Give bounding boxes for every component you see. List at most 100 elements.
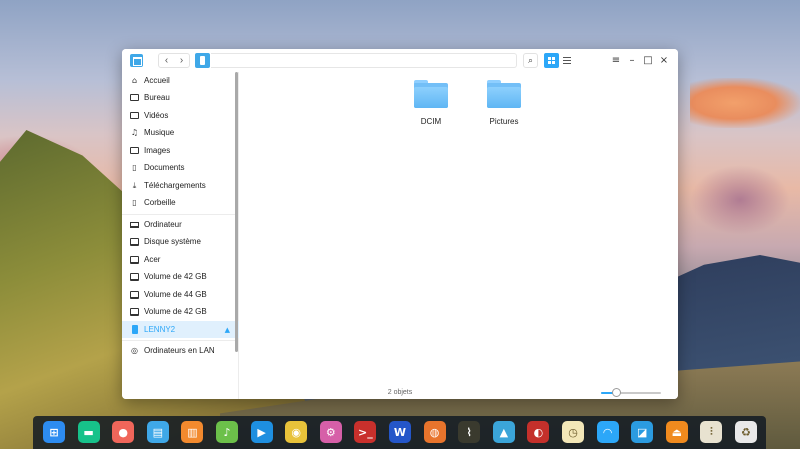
dock-app-store-icon[interactable]: ▥ bbox=[181, 421, 204, 443]
folder-item[interactable]: Pictures bbox=[469, 72, 539, 132]
dock-image-viewer-icon[interactable]: ▲ bbox=[492, 421, 515, 443]
document-icon: ▯ bbox=[132, 163, 137, 172]
dock-screenshot-icon[interactable]: ◪ bbox=[631, 421, 654, 443]
drive-icon bbox=[130, 255, 139, 264]
drive-icon bbox=[130, 307, 139, 316]
sidebar-item-label: Ordinateurs en LAN bbox=[144, 346, 215, 355]
dock-video-player-icon[interactable]: ▶ bbox=[250, 421, 273, 443]
sidebar-divider bbox=[122, 340, 239, 341]
back-button[interactable]: ‹ bbox=[159, 54, 174, 67]
dock-terminal-icon[interactable]: >_ bbox=[354, 421, 377, 443]
dock-chrome-icon[interactable]: ◉ bbox=[285, 421, 308, 443]
sidebar-item-ordinateurs-lan[interactable]: ◎ Ordinateurs en LAN bbox=[122, 342, 239, 359]
zoom-slider-handle[interactable] bbox=[611, 388, 621, 397]
sidebar-item-bureau[interactable]: Bureau bbox=[122, 89, 239, 106]
sidebar-item-label: Acer bbox=[144, 255, 161, 264]
folder-item[interactable]: DCIM bbox=[396, 72, 466, 132]
sidebar-item-label: Bureau bbox=[144, 93, 170, 102]
folder-icon bbox=[414, 80, 448, 108]
dock-settings-icon[interactable]: ⚙ bbox=[319, 421, 342, 443]
sidebar-scrollbar[interactable] bbox=[235, 72, 238, 352]
sidebar-item-images[interactable]: Images bbox=[122, 142, 239, 159]
sidebar-item-label: Corbeille bbox=[144, 198, 176, 207]
address-bar[interactable] bbox=[211, 53, 517, 68]
list-view-icon bbox=[562, 57, 571, 64]
maximize-button[interactable]: □ bbox=[640, 53, 656, 68]
zoom-slider[interactable] bbox=[601, 388, 661, 397]
trash-icon: ▯ bbox=[132, 198, 137, 207]
sidebar-item-telechargements[interactable]: ⤓ Téléchargements bbox=[122, 177, 239, 194]
sidebar-item-label: Musique bbox=[144, 128, 175, 137]
search-icon: ⌕ bbox=[527, 55, 534, 65]
titlebar: ‹ › ⌕ ≡ – □ × bbox=[122, 49, 678, 72]
dock-disk-eject-icon[interactable]: ⏏ bbox=[665, 421, 688, 443]
dock-music-icon[interactable]: ♪ bbox=[216, 421, 238, 443]
close-button[interactable]: × bbox=[656, 53, 672, 68]
computer-icon bbox=[130, 220, 139, 229]
sidebar-item-corbeille[interactable]: ▯ Corbeille bbox=[122, 194, 239, 211]
file-manager-logo-icon bbox=[130, 54, 143, 67]
grid-view-icon bbox=[548, 57, 555, 64]
sidebar-item-label: Volume de 42 GB bbox=[144, 272, 207, 281]
dock-sound-settings-icon[interactable]: ⫶ bbox=[700, 421, 723, 443]
dock-launcher-icon[interactable]: ⊞ bbox=[43, 421, 65, 443]
sidebar-item-volume-44gb[interactable]: Volume de 44 GB bbox=[122, 286, 239, 303]
menu-button[interactable]: ≡ bbox=[608, 53, 624, 68]
home-icon: ⌂ bbox=[131, 76, 138, 85]
folder-name: Pictures bbox=[489, 117, 519, 126]
sidebar-item-disque-systeme[interactable]: Disque système bbox=[122, 233, 239, 250]
dock-system-monitor-icon[interactable]: ⌇ bbox=[458, 421, 481, 443]
icon-view-button[interactable] bbox=[544, 53, 559, 68]
sidebar-item-lenny2[interactable]: LENNY2 ▲ bbox=[122, 321, 239, 338]
eject-icon[interactable]: ▲ bbox=[225, 326, 230, 334]
music-icon: ♫ bbox=[130, 128, 139, 137]
dock: ⊞ ▬ ● ▤ ▥ ♪ ▶ ◉ ⚙ >_ W ◍ ⌇ ▲ ◐ ◷ ◠ ◪ ⏏ ⫶ ♻ bbox=[33, 416, 766, 449]
dock-wps-writer-icon[interactable]: W bbox=[389, 421, 411, 443]
sidebar-item-videos[interactable]: Vidéos bbox=[122, 107, 239, 124]
dock-firefox-icon[interactable]: ◍ bbox=[423, 421, 446, 443]
folder-icon bbox=[487, 80, 521, 108]
sidebar-item-label: Images bbox=[144, 146, 171, 155]
dock-trash-icon[interactable]: ♻ bbox=[735, 421, 757, 443]
sidebar-item-documents[interactable]: ▯ Documents bbox=[122, 159, 239, 176]
navigation-buttons: ‹ › bbox=[158, 53, 190, 68]
sidebar-item-musique[interactable]: ♫ Musique bbox=[122, 124, 239, 141]
sidebar-item-accueil[interactable]: ⌂ Accueil bbox=[122, 72, 239, 89]
download-icon: ⤓ bbox=[132, 181, 137, 190]
drive-icon bbox=[130, 237, 139, 246]
status-bar-text: 2 objets bbox=[387, 389, 413, 396]
view-mode-switcher bbox=[544, 53, 574, 68]
folder-name: DCIM bbox=[420, 117, 442, 126]
image-icon bbox=[130, 146, 139, 155]
minimize-button[interactable]: – bbox=[624, 53, 640, 68]
dock-deepin-store-icon[interactable]: ◐ bbox=[527, 421, 550, 443]
forward-button[interactable]: › bbox=[174, 54, 189, 67]
drive-icon bbox=[130, 272, 139, 281]
sidebar-item-label: Volume de 44 GB bbox=[144, 290, 207, 299]
sidebar-item-ordinateur[interactable]: Ordinateur bbox=[122, 216, 239, 233]
drive-icon bbox=[130, 290, 139, 299]
dock-clock-icon[interactable]: ◷ bbox=[562, 421, 584, 443]
file-manager-window: ‹ › ⌕ ≡ – □ × ⌂ Accueil Bureau Vidéos ♫ … bbox=[122, 49, 678, 399]
sidebar-item-label: Documents bbox=[144, 163, 185, 172]
dock-screen-recorder-icon[interactable]: ● bbox=[112, 421, 135, 443]
search-button[interactable]: ⌕ bbox=[523, 53, 538, 68]
sidebar-item-volume-42gb-2[interactable]: Volume de 42 GB bbox=[122, 303, 239, 320]
video-icon bbox=[130, 111, 139, 120]
dock-file-manager-icon[interactable]: ▤ bbox=[146, 421, 169, 443]
dock-multitasking-icon[interactable]: ▬ bbox=[77, 421, 100, 443]
sidebar-item-volume-42gb[interactable]: Volume de 42 GB bbox=[122, 268, 239, 285]
sidebar-divider bbox=[122, 214, 239, 215]
usb-drive-breadcrumb-icon[interactable] bbox=[195, 53, 210, 68]
list-view-button[interactable] bbox=[559, 53, 574, 68]
sidebar-item-acer[interactable]: Acer bbox=[122, 251, 239, 268]
sidebar-item-label: Accueil bbox=[144, 76, 170, 85]
usb-drive-icon bbox=[130, 325, 139, 334]
dock-network-icon[interactable]: ◠ bbox=[596, 421, 619, 443]
sidebar-item-label: Ordinateur bbox=[144, 220, 182, 229]
file-view: DCIM Pictures bbox=[240, 72, 678, 399]
sidebar-item-label: Vidéos bbox=[144, 111, 169, 120]
window-controls: ≡ – □ × bbox=[608, 53, 672, 68]
sidebar: ⌂ Accueil Bureau Vidéos ♫ Musique Images… bbox=[122, 72, 239, 399]
sidebar-item-label: Volume de 42 GB bbox=[144, 307, 207, 316]
